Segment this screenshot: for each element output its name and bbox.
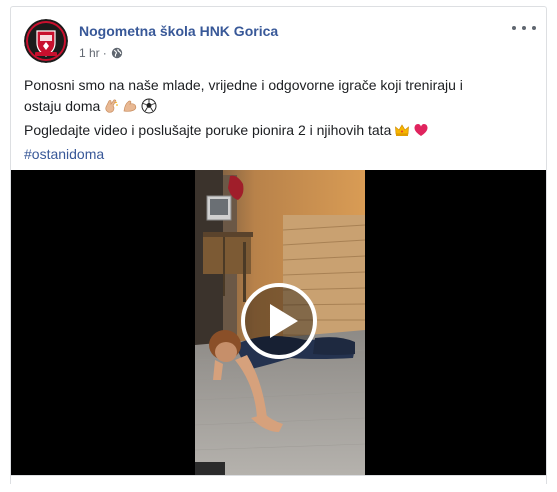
page-name-link[interactable]: Nogometna škola HNK Gorica xyxy=(79,23,278,39)
more-options-icon[interactable] xyxy=(512,21,536,35)
globe-icon[interactable] xyxy=(111,47,123,59)
post-header: Nogometna škola HNK Gorica 1 hr · xyxy=(11,7,546,63)
club-crest-icon xyxy=(24,19,68,63)
post-text-line-2-text: ostaju doma xyxy=(24,98,101,114)
play-icon[interactable] xyxy=(240,282,318,360)
post-meta: 1 hr · xyxy=(79,46,123,60)
flexed-biceps-emoji xyxy=(122,98,138,120)
red-heart-emoji xyxy=(413,122,429,144)
soccer-ball-emoji xyxy=(141,98,157,120)
crown-emoji xyxy=(394,122,410,144)
post-text-line-3: Pogledajte video i poslušajte poruke pio… xyxy=(24,120,539,144)
post-timestamp[interactable]: 1 hr xyxy=(79,46,100,60)
video-player[interactable] xyxy=(11,170,546,475)
clapping-hands-emoji xyxy=(103,98,119,120)
post-text-line-2: ostaju doma xyxy=(24,96,539,120)
meta-separator: · xyxy=(102,46,107,60)
post-message: Ponosni smo na naše mlade, vrijedne i od… xyxy=(24,75,539,165)
post-text-line-1: Ponosni smo na naše mlade, vrijedne i od… xyxy=(24,77,463,93)
page-avatar[interactable] xyxy=(24,19,68,63)
hashtag-link[interactable]: #ostanidoma xyxy=(24,144,539,165)
post-card: Nogometna škola HNK Gorica 1 hr · Ponosn… xyxy=(10,6,547,492)
post-text-line-3-text: Pogledajte video i poslušajte poruke pio… xyxy=(24,122,392,138)
